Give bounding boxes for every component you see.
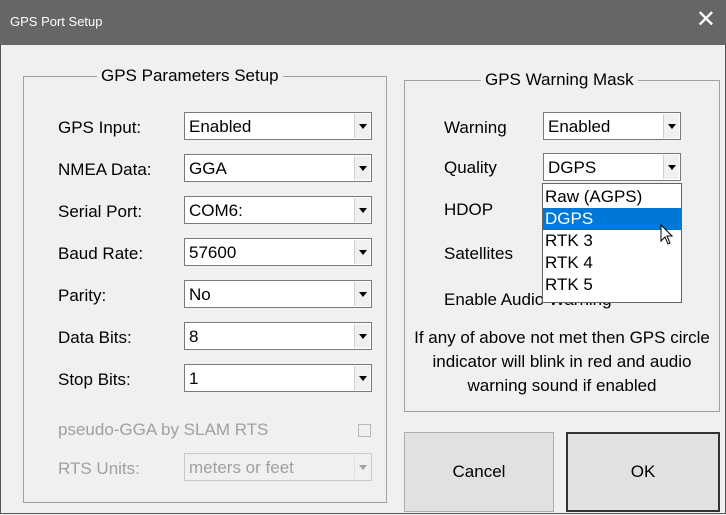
data-bits-select[interactable]: 8 xyxy=(184,322,372,350)
parity-label: Parity: xyxy=(58,286,107,305)
arrow-pointer-icon xyxy=(660,224,674,245)
parity-select[interactable]: No xyxy=(184,280,372,308)
title-bar: GPS Port Setup ✕ xyxy=(0,0,726,45)
chevron-down-icon[interactable] xyxy=(354,240,370,264)
chevron-down-icon[interactable] xyxy=(354,455,370,479)
pseudo-gga-label: pseudo-GGA by SLAM RTS xyxy=(58,420,269,439)
baud-rate-value: 57600 xyxy=(189,243,237,262)
chevron-down-icon[interactable] xyxy=(354,366,370,390)
rts-units-value: meters or feet xyxy=(189,458,294,477)
gps-parameters-title: GPS Parameters Setup xyxy=(97,66,283,86)
chevron-down-icon[interactable] xyxy=(354,156,370,180)
gps-input-select[interactable]: Enabled xyxy=(184,112,372,140)
gps-input-value: Enabled xyxy=(189,117,252,136)
quality-value: DGPS xyxy=(548,158,597,177)
quality-option-rtk5[interactable]: RTK 5 xyxy=(543,274,681,296)
satellites-label: Satellites xyxy=(444,244,513,263)
pseudo-gga-checkbox[interactable] xyxy=(358,424,371,437)
stop-bits-select[interactable]: 1 xyxy=(184,364,372,392)
warning-label: Warning xyxy=(444,118,507,137)
rts-units-label: RTS Units: xyxy=(58,459,140,478)
warning-note: If any of above not met then GPS circle … xyxy=(414,328,710,395)
chevron-down-icon[interactable] xyxy=(354,324,370,348)
chevron-down-icon[interactable] xyxy=(354,198,370,222)
serial-port-value: COM6: xyxy=(189,201,243,220)
stop-bits-value: 1 xyxy=(189,369,199,388)
chevron-down-icon[interactable] xyxy=(354,282,370,306)
baud-rate-label: Baud Rate: xyxy=(58,244,144,263)
quality-label: Quality xyxy=(444,158,497,177)
warning-select[interactable]: Enabled xyxy=(543,112,681,140)
chevron-down-icon[interactable] xyxy=(663,155,679,179)
gps-warning-mask-title: GPS Warning Mask xyxy=(481,70,638,90)
quality-select[interactable]: DGPS xyxy=(543,153,681,181)
quality-option-rtk4[interactable]: RTK 4 xyxy=(543,252,681,274)
cancel-button[interactable]: Cancel xyxy=(404,432,554,512)
quality-option-raw-agps[interactable]: Raw (AGPS) xyxy=(543,186,681,208)
window-title: GPS Port Setup xyxy=(10,14,103,29)
serial-port-select[interactable]: COM6: xyxy=(184,196,372,224)
close-icon[interactable]: ✕ xyxy=(696,8,716,32)
baud-rate-select[interactable]: 57600 xyxy=(184,238,372,266)
rts-units-select[interactable]: meters or feet xyxy=(184,453,372,481)
nmea-data-label: NMEA Data: xyxy=(58,160,152,179)
serial-port-label: Serial Port: xyxy=(58,202,143,221)
hdop-label: HDOP xyxy=(444,200,494,219)
nmea-data-select[interactable]: GGA xyxy=(184,154,372,182)
data-bits-value: 8 xyxy=(189,327,199,346)
chevron-down-icon[interactable] xyxy=(663,114,679,138)
warning-value: Enabled xyxy=(548,117,611,136)
chevron-down-icon[interactable] xyxy=(354,114,370,138)
gps-input-label: GPS Input: xyxy=(58,118,142,137)
nmea-data-value: GGA xyxy=(189,159,227,178)
data-bits-label: Data Bits: xyxy=(58,328,132,347)
ok-button[interactable]: OK xyxy=(566,432,720,512)
stop-bits-label: Stop Bits: xyxy=(58,370,131,389)
parity-value: No xyxy=(189,285,211,304)
